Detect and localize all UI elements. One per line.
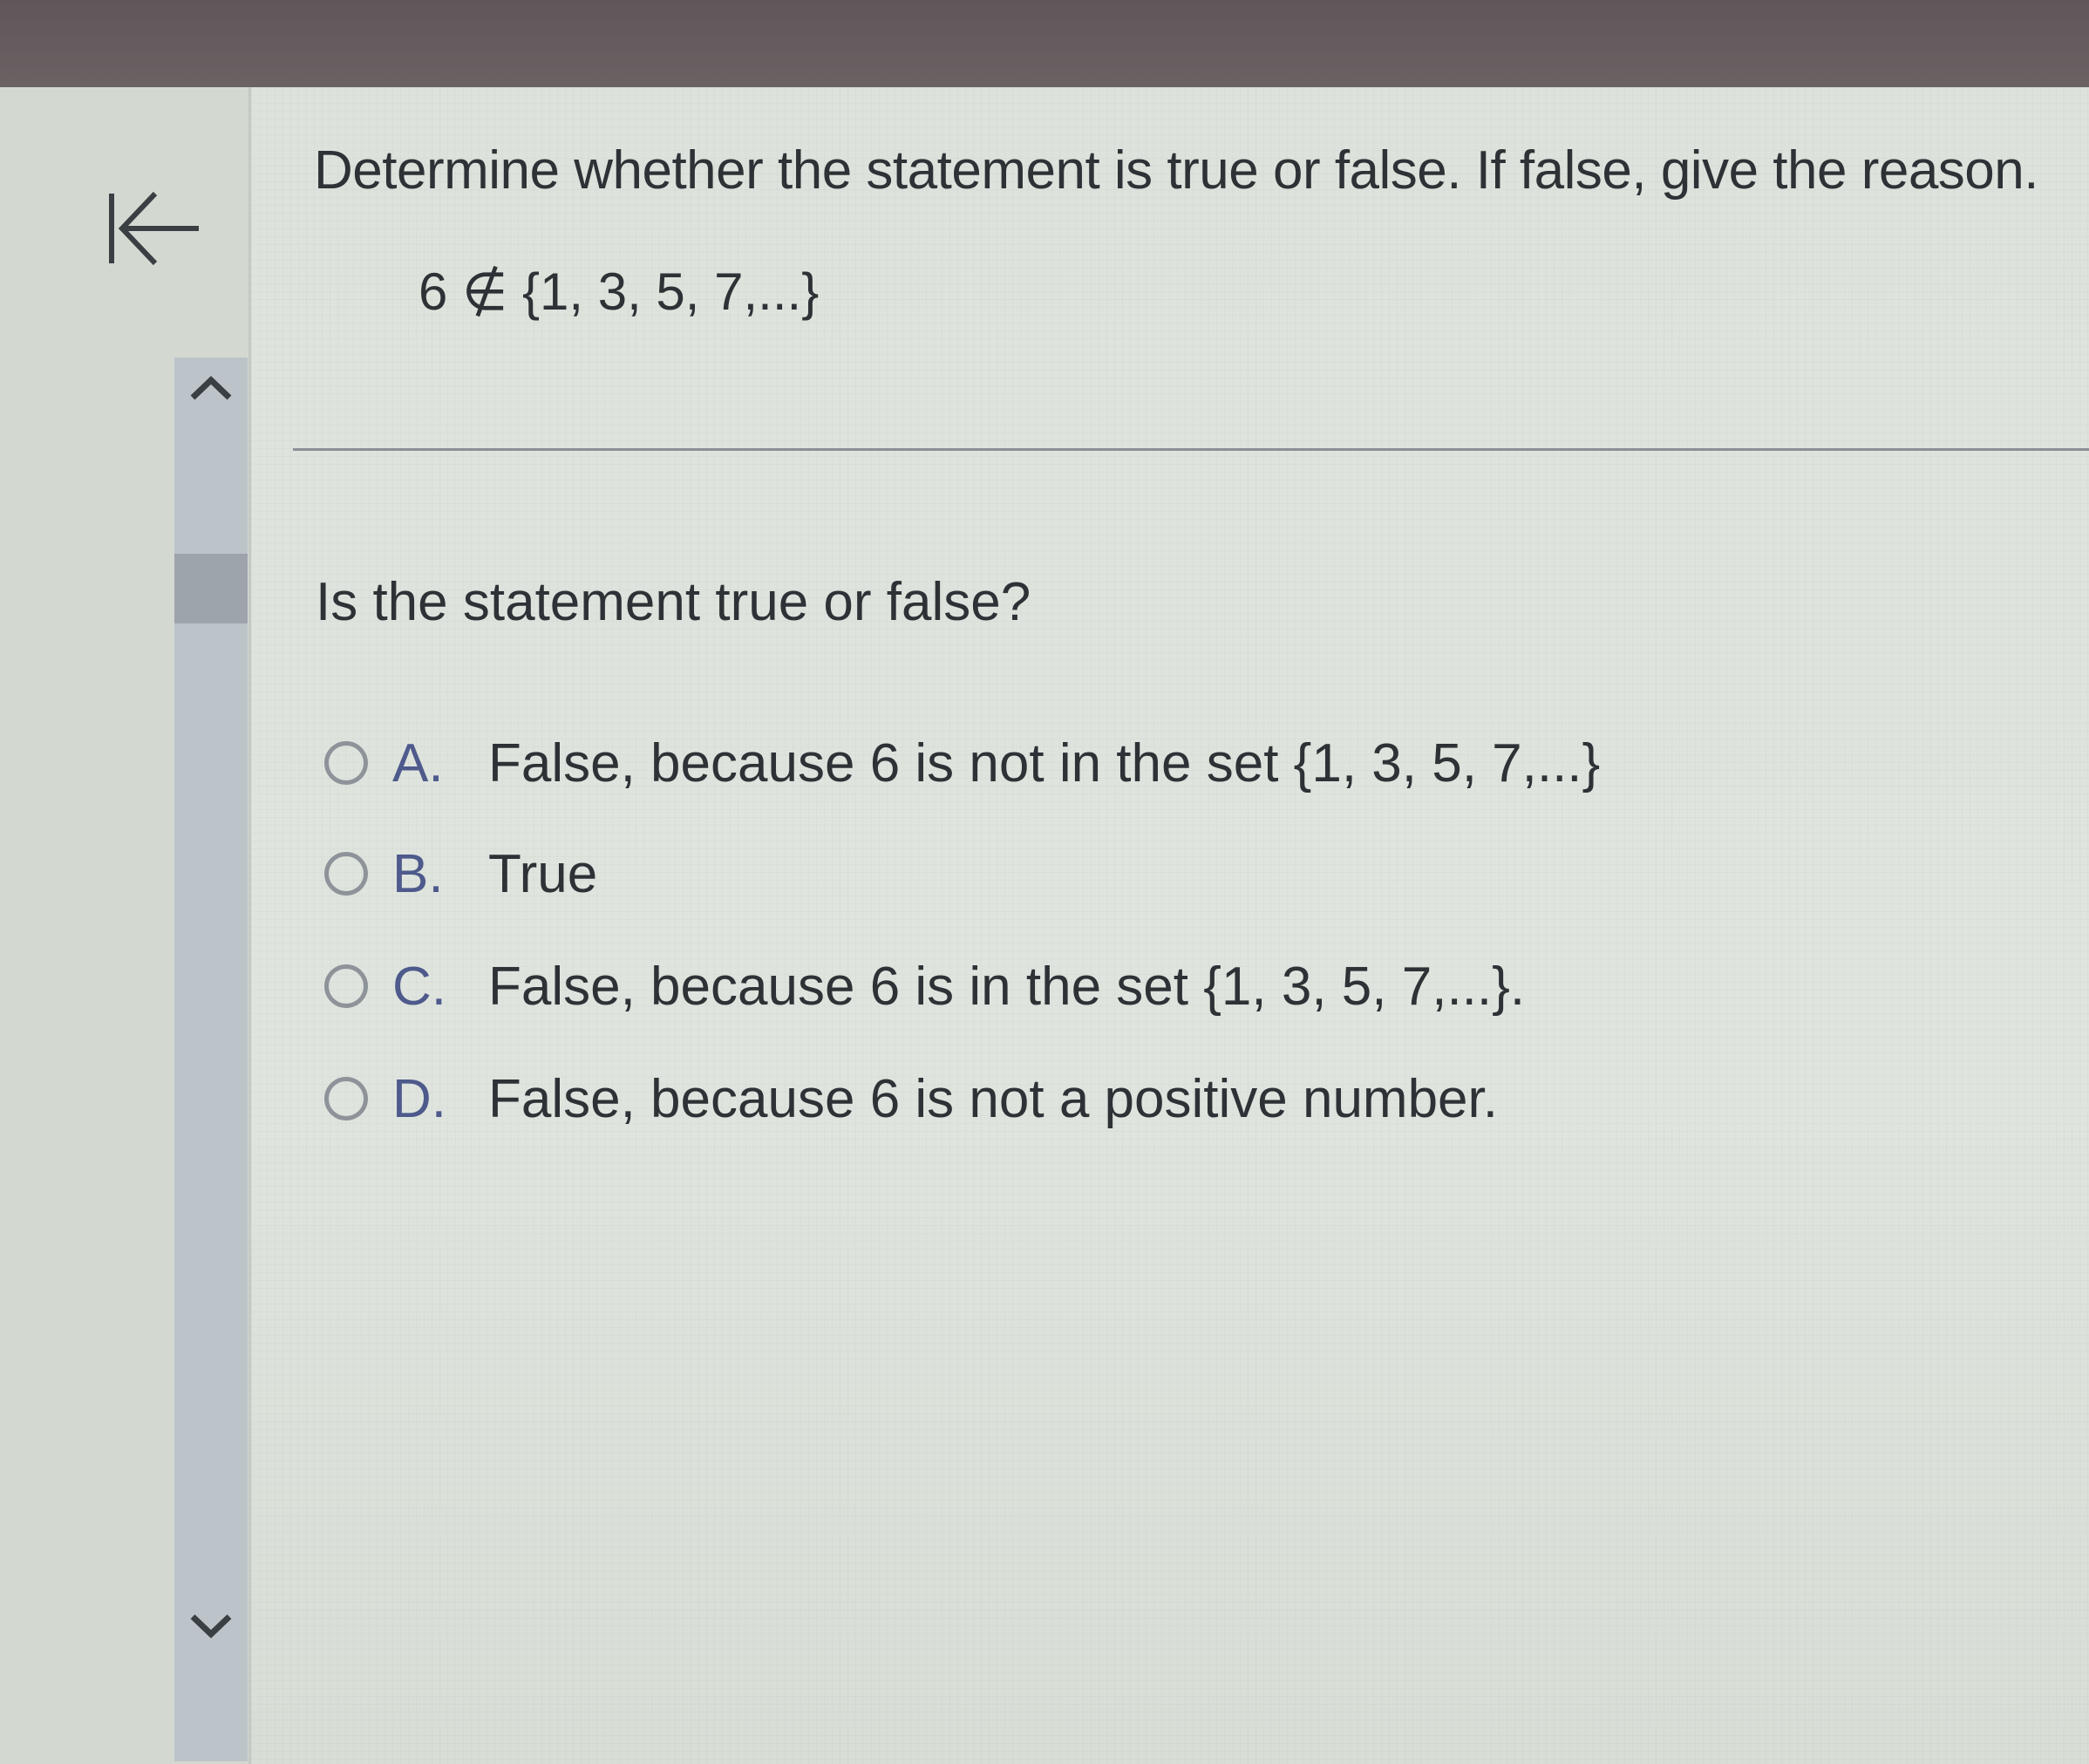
- radio-option-d[interactable]: [324, 1077, 368, 1120]
- option-letter: C.: [392, 956, 446, 1017]
- question-prompt: Is the statement true or false?: [316, 572, 1031, 632]
- option-a[interactable]: A. False, because 6 is not in the set {1…: [324, 728, 1807, 798]
- radio-option-c[interactable]: [324, 964, 368, 1008]
- scrollbar-thumb[interactable]: [174, 554, 248, 623]
- option-letter: D.: [392, 1068, 446, 1129]
- instruction-text: Determine whether the statement is true …: [314, 140, 2039, 201]
- chevron-up-icon[interactable]: [179, 366, 243, 410]
- option-d[interactable]: D. False, because 6 is not a positive nu…: [324, 1064, 1807, 1134]
- option-text: False, because 6 is not in the set {1, 3…: [488, 732, 1601, 793]
- option-c[interactable]: C. False, because 6 is in the set {1, 3,…: [324, 951, 1807, 1021]
- option-text: False, because 6 is not a positive numbe…: [488, 1068, 1498, 1129]
- question-screen: Determine whether the statement is true …: [0, 87, 2089, 1764]
- left-rail: [0, 87, 251, 1764]
- monitor-bezel: [0, 0, 2089, 87]
- divider: [293, 448, 2089, 451]
- option-b[interactable]: B. True: [324, 839, 1807, 909]
- option-letter: A.: [392, 732, 444, 793]
- math-statement: 6 ∉ {1, 3, 5, 7,...}: [418, 262, 820, 321]
- radio-option-b[interactable]: [324, 852, 368, 896]
- chevron-down-icon[interactable]: [179, 1604, 243, 1648]
- option-text: False, because 6 is in the set {1, 3, 5,…: [488, 956, 1526, 1017]
- option-letter: B.: [392, 843, 444, 904]
- question-content: Determine whether the statement is true …: [293, 87, 2089, 1764]
- radio-option-a[interactable]: [324, 741, 368, 785]
- first-page-arrow-icon[interactable]: [103, 176, 208, 281]
- option-text: True: [488, 843, 598, 904]
